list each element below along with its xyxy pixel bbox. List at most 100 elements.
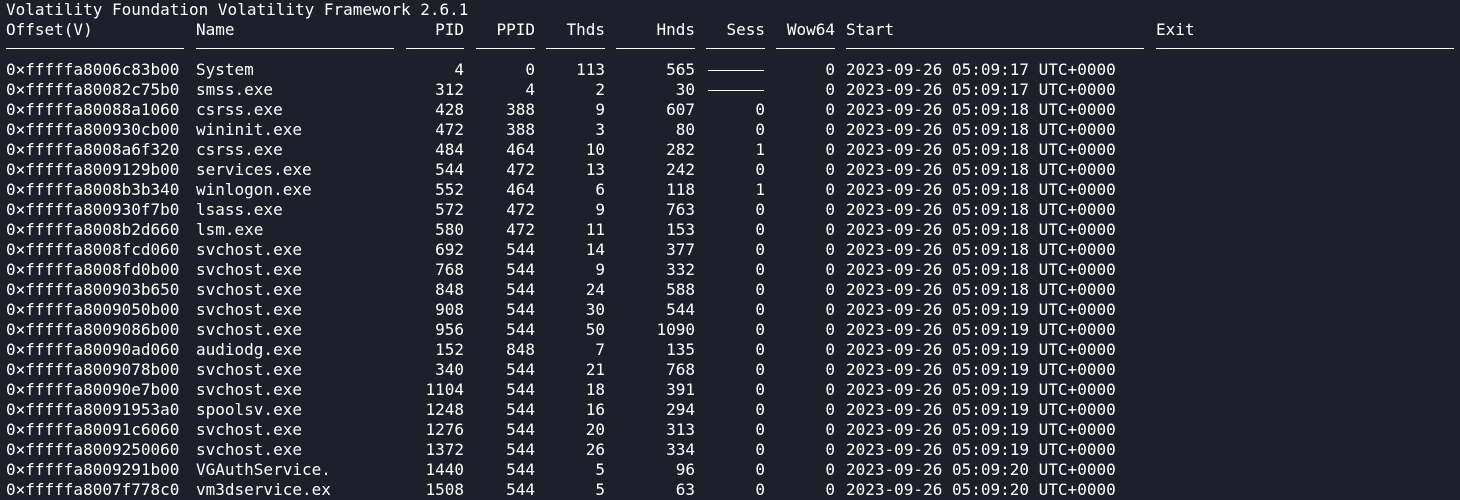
table-row: 0×fffffa80090ad060 audiodg.exe 152 848 7 135 0… bbox=[0, 340, 1460, 360]
cell-ppid: 544 bbox=[506, 320, 535, 339]
cell-ppid: 544 bbox=[506, 260, 535, 279]
cell-offset: 0×fffffa800930cb00 bbox=[6, 120, 180, 139]
cell-pid: 692 bbox=[435, 240, 464, 259]
cell-ppid: 544 bbox=[506, 440, 535, 459]
cell-sess: 0 bbox=[755, 280, 765, 299]
cell-exit bbox=[1156, 420, 1456, 440]
cell-wow64: 0 bbox=[825, 180, 835, 199]
cell-name: csrss.exe bbox=[196, 100, 283, 119]
table-row: 0×fffffa8008fcd060 svchost.exe 692 544 14 377… bbox=[0, 240, 1460, 260]
cell-sess: 0 bbox=[755, 120, 765, 139]
cell-exit bbox=[1156, 200, 1456, 220]
terminal-window[interactable]: Volatility Foundation Volatility Framewo… bbox=[0, 0, 1460, 500]
banner-text: Volatility Foundation Volatility Framewo… bbox=[6, 0, 469, 19]
table-row: 0×fffffa8006c83b00 System 4 0 113 565 0 2023-09… bbox=[0, 60, 1460, 80]
cell-name: VGAuthService. bbox=[196, 460, 331, 479]
cell-offset: 0×fffffa8009078b00 bbox=[6, 360, 180, 379]
cell-offset: 0×fffffa8008fcd060 bbox=[6, 240, 180, 259]
cell-sess: 0 bbox=[755, 360, 765, 379]
cell-name: svchost.exe bbox=[196, 380, 302, 399]
cell-pid: 472 bbox=[435, 120, 464, 139]
cell-hnds: 565 bbox=[666, 60, 695, 79]
cell-wow64: 0 bbox=[825, 120, 835, 139]
cell-wow64: 0 bbox=[825, 340, 835, 359]
cell-ppid: 472 bbox=[506, 160, 535, 179]
cell-name: System bbox=[196, 60, 254, 79]
cell-name: svchost.exe bbox=[196, 280, 302, 299]
cell-name: winlogon.exe bbox=[196, 180, 312, 199]
cell-wow64: 0 bbox=[825, 80, 835, 99]
cell-exit bbox=[1156, 60, 1456, 80]
cell-name: csrss.exe bbox=[196, 140, 283, 159]
cell-hnds: 391 bbox=[666, 380, 695, 399]
cell-start: 2023-09-26 05:09:19 UTC+0000 bbox=[846, 420, 1116, 439]
header-hnds: Hnds bbox=[656, 20, 695, 39]
table-row: 0×fffffa8008b3b340 winlogon.exe 552 464 6 118… bbox=[0, 180, 1460, 200]
separator-pid bbox=[406, 48, 464, 49]
cell-wow64: 0 bbox=[825, 240, 835, 259]
cell-start: 2023-09-26 05:09:18 UTC+0000 bbox=[846, 120, 1116, 139]
cell-pid: 1372 bbox=[425, 440, 464, 459]
cell-start: 2023-09-26 05:09:18 UTC+0000 bbox=[846, 200, 1116, 219]
cell-thds: 9 bbox=[595, 100, 605, 119]
cell-name: svchost.exe bbox=[196, 240, 302, 259]
cell-start: 2023-09-26 05:09:18 UTC+0000 bbox=[846, 240, 1116, 259]
table-row: 0×fffffa8009129b00 services.exe 544 472 13 24… bbox=[0, 160, 1460, 180]
cell-offset: 0×fffffa8009129b00 bbox=[6, 160, 180, 179]
cell-sess: 0 bbox=[755, 340, 765, 359]
cell-pid: 552 bbox=[435, 180, 464, 199]
cell-sess: 0 bbox=[755, 400, 765, 419]
table-row: 0×fffffa80091953a0 spoolsv.exe 1248 544 16 29… bbox=[0, 400, 1460, 420]
cell-exit bbox=[1156, 340, 1456, 360]
cell-hnds: 768 bbox=[666, 360, 695, 379]
cell-hnds: 282 bbox=[666, 140, 695, 159]
cell-name: svchost.exe bbox=[196, 440, 302, 459]
cell-pid: 580 bbox=[435, 220, 464, 239]
cell-offset: 0×fffffa8009250060 bbox=[6, 440, 180, 459]
cell-start: 2023-09-26 05:09:17 UTC+0000 bbox=[846, 60, 1116, 79]
cell-thds: 30 bbox=[585, 300, 605, 319]
cell-start: 2023-09-26 05:09:19 UTC+0000 bbox=[846, 360, 1116, 379]
cell-exit bbox=[1156, 320, 1456, 340]
cell-exit bbox=[1156, 400, 1456, 420]
cell-offset: 0×fffffa8008b3b340 bbox=[6, 180, 180, 199]
cell-ppid: 544 bbox=[506, 460, 535, 479]
separator-exit bbox=[1156, 48, 1454, 49]
cell-start: 2023-09-26 05:09:19 UTC+0000 bbox=[846, 300, 1116, 319]
table-row: 0×fffffa80090e7b00 svchost.exe 1104 544 18 39… bbox=[0, 380, 1460, 400]
cell-pid: 152 bbox=[435, 340, 464, 359]
cell-hnds: 242 bbox=[666, 160, 695, 179]
cell-ppid: 472 bbox=[506, 220, 535, 239]
cell-name: services.exe bbox=[196, 160, 312, 179]
cell-wow64: 0 bbox=[825, 280, 835, 299]
cell-sess: 0 bbox=[755, 300, 765, 319]
cell-wow64: 0 bbox=[825, 480, 835, 499]
cell-hnds: 118 bbox=[666, 180, 695, 199]
cell-hnds: 313 bbox=[666, 420, 695, 439]
cell-thds: 2 bbox=[595, 80, 605, 99]
cell-name: smss.exe bbox=[196, 80, 274, 99]
cell-thds: 10 bbox=[585, 140, 605, 159]
cell-exit bbox=[1156, 440, 1456, 460]
cell-thds: 13 bbox=[585, 160, 605, 179]
cell-ppid: 544 bbox=[506, 360, 535, 379]
cell-ppid: 848 bbox=[506, 340, 535, 359]
cell-start: 2023-09-26 05:09:17 UTC+0000 bbox=[846, 80, 1116, 99]
cell-thds: 18 bbox=[585, 380, 605, 399]
cell-sess: 0 bbox=[755, 260, 765, 279]
cell-wow64: 0 bbox=[825, 360, 835, 379]
cell-exit bbox=[1156, 160, 1456, 180]
cell-sess: 0 bbox=[755, 320, 765, 339]
cell-ppid: 388 bbox=[506, 120, 535, 139]
cell-exit bbox=[1156, 300, 1456, 320]
cell-offset: 0×fffffa800930f7b0 bbox=[6, 200, 180, 219]
cell-exit bbox=[1156, 120, 1456, 140]
cell-wow64: 0 bbox=[825, 220, 835, 239]
banner-line: Volatility Foundation Volatility Framewo… bbox=[0, 0, 1460, 20]
table-row: 0×fffffa80082c75b0 smss.exe 312 4 2 30 0 2023-0… bbox=[0, 80, 1460, 100]
cell-ppid: 544 bbox=[506, 380, 535, 399]
cell-pid: 4 bbox=[454, 60, 464, 79]
header-ppid: PPID bbox=[496, 20, 535, 39]
cell-sess: 0 bbox=[755, 160, 765, 179]
separator-offset bbox=[6, 48, 184, 49]
